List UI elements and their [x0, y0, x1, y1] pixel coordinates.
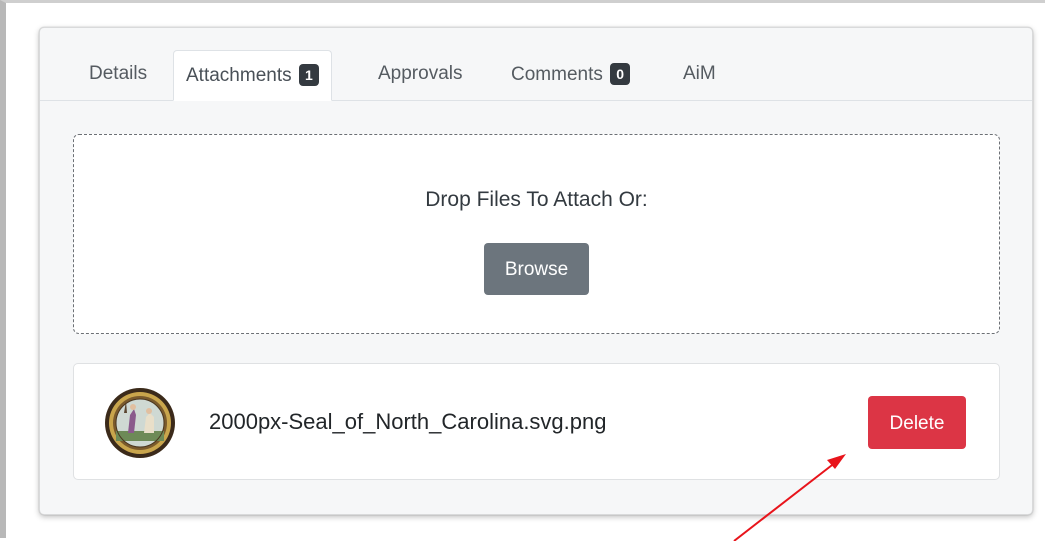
attachment-row: 2000px-Seal_of_North_Carolina.svg.png De… [73, 363, 1000, 480]
tab-bar: Details Attachments 1 Approvals Comments… [40, 28, 1032, 101]
tab-approvals[interactable]: Approvals [366, 50, 475, 100]
comments-count-badge: 0 [610, 63, 631, 85]
screenshot-frame: Details Attachments 1 Approvals Comments… [0, 0, 1045, 541]
attachments-card: Details Attachments 1 Approvals Comments… [39, 27, 1033, 515]
drop-prompt: Drop Files To Attach Or: [425, 188, 648, 211]
tab-label: Comments [511, 64, 603, 85]
tab-comments[interactable]: Comments 0 [499, 50, 642, 100]
tab-aim[interactable]: AiM [671, 50, 728, 100]
tab-label: AiM [683, 63, 716, 84]
tab-label: Approvals [378, 63, 463, 84]
attachment-file-name[interactable]: 2000px-Seal_of_North_Carolina.svg.png [209, 409, 606, 435]
tab-attachments[interactable]: Attachments 1 [173, 50, 332, 101]
tab-label: Attachments [186, 65, 292, 86]
state-seal-thumbnail[interactable] [104, 387, 176, 459]
file-drop-zone[interactable]: Drop Files To Attach Or: Browse [73, 134, 1000, 334]
attachments-count-badge: 1 [298, 64, 319, 86]
tab-details[interactable]: Details [77, 50, 159, 100]
tab-label: Details [89, 63, 148, 84]
delete-button[interactable]: Delete [868, 396, 966, 449]
browse-button[interactable]: Browse [484, 243, 589, 295]
